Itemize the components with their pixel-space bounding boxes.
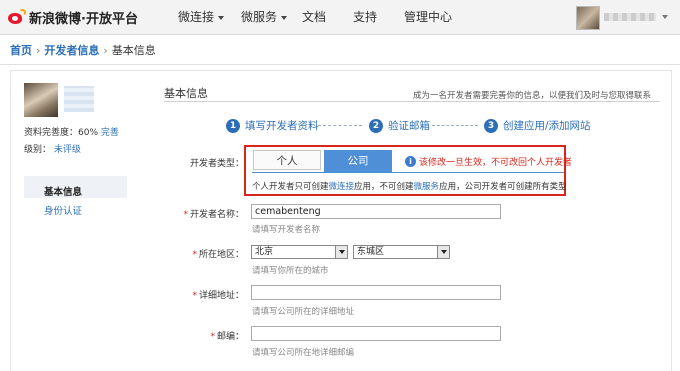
level: 级别： 未评级	[24, 145, 81, 155]
nav-item-connect[interactable]: 微连接	[178, 0, 225, 34]
step-2: 2 验证邮箱	[369, 118, 430, 133]
nav-item-docs[interactable]: 文档	[302, 0, 326, 34]
nav-item-service[interactable]: 微服务	[241, 0, 288, 34]
postcode-label: * 邮编：	[210, 332, 244, 342]
address-help: 请填写公司所在的详细地址	[252, 307, 355, 317]
nav-item-admin[interactable]: 管理中心	[404, 0, 452, 34]
caret-down-icon[interactable]	[662, 15, 668, 19]
caret-down-icon	[281, 15, 288, 20]
dev-type-company-tab[interactable]: 公司	[324, 150, 392, 172]
postcode-input[interactable]	[251, 326, 501, 341]
sidebar-item-identity[interactable]: 身份认证	[44, 203, 82, 217]
breadcrumb-home-link[interactable]: 首页	[10, 44, 32, 57]
caret-down-icon	[218, 15, 225, 20]
breadcrumb-current: 基本信息	[111, 44, 156, 57]
dev-type-label: 开发者类型：	[189, 159, 244, 169]
dev-type-underline	[252, 172, 564, 173]
region-help: 请填写你所在的城市	[252, 266, 329, 276]
user-avatar[interactable]	[576, 6, 600, 30]
step-3: 3 创建应用/添加网站	[484, 118, 591, 133]
divider	[164, 101, 660, 102]
step-1: 1 填写开发者资料	[226, 118, 319, 133]
logo[interactable]: 新浪微博·开放平台	[8, 8, 138, 27]
dev-type-description: 个人开发者只可创建微连接应用，不可创建微服务应用，公司开发者可创建所有类型	[252, 182, 567, 192]
address-label: * 详细地址：	[192, 291, 244, 301]
province-select[interactable]: 北京	[251, 245, 348, 259]
sidebar-item-basic-info[interactable]: 基本信息	[44, 184, 82, 198]
breadcrumb-dev-info-link[interactable]: 开发者信息	[44, 44, 99, 57]
username-redacted[interactable]	[604, 13, 656, 21]
profile-name-redacted	[64, 86, 94, 112]
district-select[interactable]: 东城区	[353, 245, 450, 259]
complete-profile-link[interactable]: 完善	[101, 128, 119, 138]
step-connector	[432, 125, 478, 126]
region-label: * 所在地区：	[192, 250, 244, 260]
completeness: 资料完善度：60% 完善	[24, 128, 119, 138]
address-input[interactable]	[251, 285, 501, 300]
logo-text: 新浪微博·开放平台	[29, 11, 138, 27]
weibo-logo-icon	[8, 9, 26, 25]
divider	[0, 64, 680, 65]
developer-name-label: * 开发者名称：	[183, 210, 244, 220]
developer-name-help: 请填写开发者名称	[252, 225, 321, 235]
postcode-help: 请填写公司所在地详细邮编	[252, 348, 355, 358]
level-link[interactable]: 未评级	[54, 145, 81, 155]
dev-type-person-tab[interactable]: 个人	[253, 150, 321, 170]
profile-avatar[interactable]	[24, 83, 58, 117]
developer-name-input[interactable]	[251, 204, 501, 219]
info-icon: i	[405, 156, 416, 167]
section-title: 基本信息	[164, 87, 208, 100]
breadcrumb: 首页 › 开发者信息 › 基本信息	[10, 44, 156, 57]
dropdown-arrow-icon	[335, 246, 347, 258]
dev-type-warning: i 该修改一旦生效，不可改回个人开发者	[405, 155, 572, 168]
dropdown-arrow-icon	[437, 246, 449, 258]
connect-link[interactable]: 微连接	[329, 182, 355, 192]
service-link[interactable]: 微服务	[414, 182, 440, 192]
section-hint: 成为一名开发者需要完善你的信息，以便我们及时与您取得联系	[413, 91, 652, 101]
nav-item-support[interactable]: 支持	[353, 0, 377, 34]
step-connector	[318, 125, 362, 126]
